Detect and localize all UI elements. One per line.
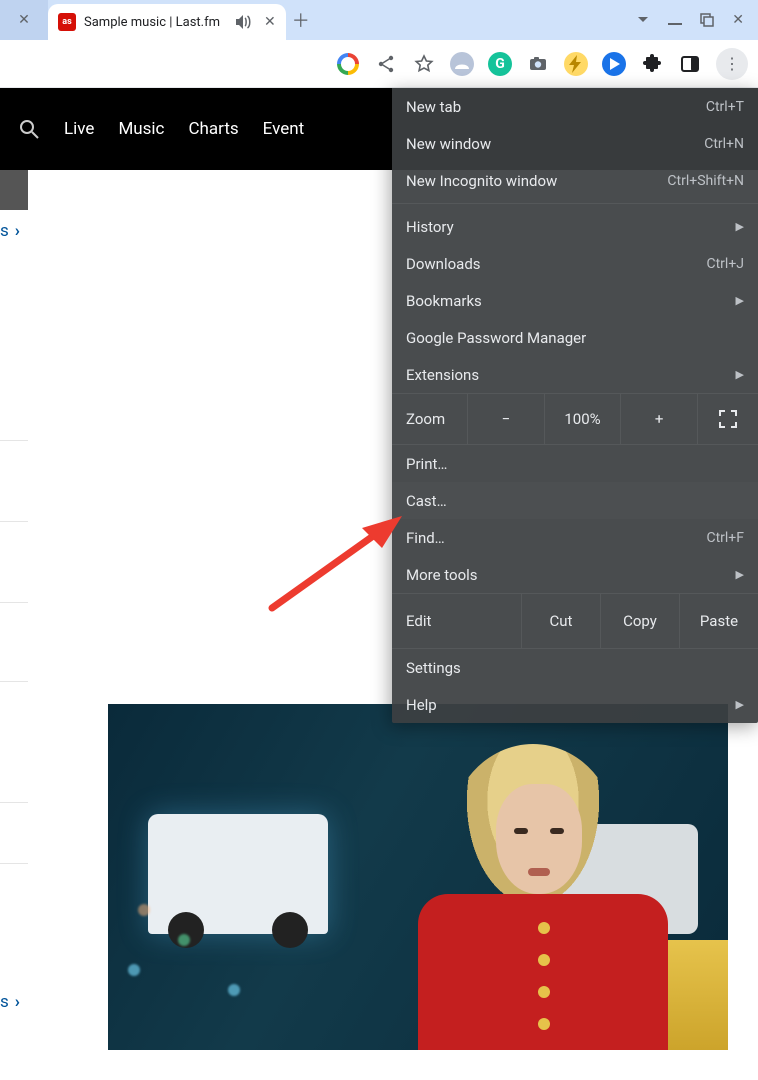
tab-strip: ✕ as Sample music | Last.fm ✕ ＋ ✕ xyxy=(0,0,758,40)
close-icon[interactable]: ✕ xyxy=(18,12,30,28)
menu-password-manager[interactable]: Google Password Manager xyxy=(392,319,758,356)
menu-new-window[interactable]: New windowCtrl+N xyxy=(392,125,758,162)
sidebar-link-fragment-2: s› xyxy=(0,992,20,1012)
menu-extensions[interactable]: Extensions▶ xyxy=(392,356,758,393)
tab-search-icon[interactable] xyxy=(636,13,650,27)
maximize-icon[interactable] xyxy=(700,13,714,27)
menu-new-tab[interactable]: New tabCtrl+T xyxy=(392,88,758,125)
chevron-right-icon: ▶ xyxy=(736,698,744,711)
sidebar-thumbnail xyxy=(0,170,28,210)
chevron-right-icon: ▶ xyxy=(736,568,744,581)
mute-icon[interactable] xyxy=(236,15,252,29)
grammarly-extension-icon[interactable]: G xyxy=(488,52,512,76)
menu-bookmarks[interactable]: Bookmarks▶ xyxy=(392,282,758,319)
sidebar-link-text[interactable]: s xyxy=(0,221,9,241)
menu-print[interactable]: Print… xyxy=(392,445,758,482)
search-icon[interactable] xyxy=(18,118,40,140)
browser-toolbar: G ⋮ xyxy=(0,40,758,88)
edit-label: Edit xyxy=(392,594,522,648)
menu-more-tools[interactable]: More tools▶ xyxy=(392,556,758,593)
sidebar-link-fragment: s› xyxy=(0,222,20,240)
menu-zoom-row: Zoom − 100% + xyxy=(392,393,758,445)
side-panel-icon[interactable] xyxy=(678,52,702,76)
chevron-right-icon: › xyxy=(15,992,20,1012)
divider xyxy=(0,440,28,441)
chevron-right-icon: ▶ xyxy=(736,220,744,233)
menu-separator xyxy=(392,203,758,204)
nav-events[interactable]: Event xyxy=(263,119,305,139)
chrome-menu-button[interactable]: ⋮ xyxy=(716,48,748,80)
menu-copy[interactable]: Copy xyxy=(601,594,680,648)
bolt-extension-icon[interactable] xyxy=(564,52,588,76)
chevron-right-icon: ▶ xyxy=(736,368,744,381)
tab-title: Sample music | Last.fm xyxy=(84,15,220,30)
divider xyxy=(0,681,28,682)
active-tab[interactable]: as Sample music | Last.fm ✕ xyxy=(48,4,286,40)
lastfm-favicon: as xyxy=(58,13,76,31)
menu-cast[interactable]: Cast… xyxy=(392,482,758,519)
divider xyxy=(0,802,28,803)
zoom-out-button[interactable]: − xyxy=(468,394,545,444)
chevron-right-icon: › xyxy=(15,221,20,241)
fullscreen-button[interactable] xyxy=(698,394,758,444)
previous-tab[interactable]: ✕ xyxy=(0,0,48,40)
chevron-right-icon: ▶ xyxy=(736,294,744,307)
menu-settings[interactable]: Settings xyxy=(392,649,758,686)
google-icon[interactable] xyxy=(336,52,360,76)
featured-music-image[interactable] xyxy=(108,704,728,1050)
menu-paste[interactable]: Paste xyxy=(680,594,758,648)
close-window-icon[interactable]: ✕ xyxy=(732,12,744,28)
bookmark-star-icon[interactable] xyxy=(412,52,436,76)
new-tab-button[interactable]: ＋ xyxy=(286,0,316,40)
zoom-label: Zoom xyxy=(392,394,468,444)
minimize-icon[interactable] xyxy=(668,13,682,27)
divider xyxy=(0,521,28,522)
nav-charts[interactable]: Charts xyxy=(188,119,238,139)
nav-music[interactable]: Music xyxy=(118,119,164,139)
nav-live[interactable]: Live xyxy=(64,119,94,139)
menu-history[interactable]: History▶ xyxy=(392,208,758,245)
sidebar-link-text[interactable]: s xyxy=(0,992,9,1012)
share-icon[interactable] xyxy=(374,52,398,76)
close-tab-icon[interactable]: ✕ xyxy=(264,14,276,30)
divider xyxy=(0,863,28,864)
menu-incognito[interactable]: New Incognito windowCtrl+Shift+N xyxy=(392,162,758,199)
window-controls: ✕ xyxy=(622,0,758,40)
menu-edit-row: Edit Cut Copy Paste xyxy=(392,593,758,649)
camera-extension-icon[interactable] xyxy=(526,52,550,76)
chrome-menu: New tabCtrl+T New windowCtrl+N New Incog… xyxy=(392,88,758,723)
menu-cut[interactable]: Cut xyxy=(522,594,601,648)
zoom-in-button[interactable]: + xyxy=(621,394,698,444)
zoom-value: 100% xyxy=(545,394,622,444)
divider xyxy=(0,602,28,603)
menu-downloads[interactable]: DownloadsCtrl+J xyxy=(392,245,758,282)
extensions-icon[interactable] xyxy=(640,52,664,76)
menu-find[interactable]: Find…Ctrl+F xyxy=(392,519,758,556)
vpn-extension-icon[interactable] xyxy=(450,52,474,76)
menu-help[interactable]: Help▶ xyxy=(392,686,758,723)
play-extension-icon[interactable] xyxy=(602,52,626,76)
